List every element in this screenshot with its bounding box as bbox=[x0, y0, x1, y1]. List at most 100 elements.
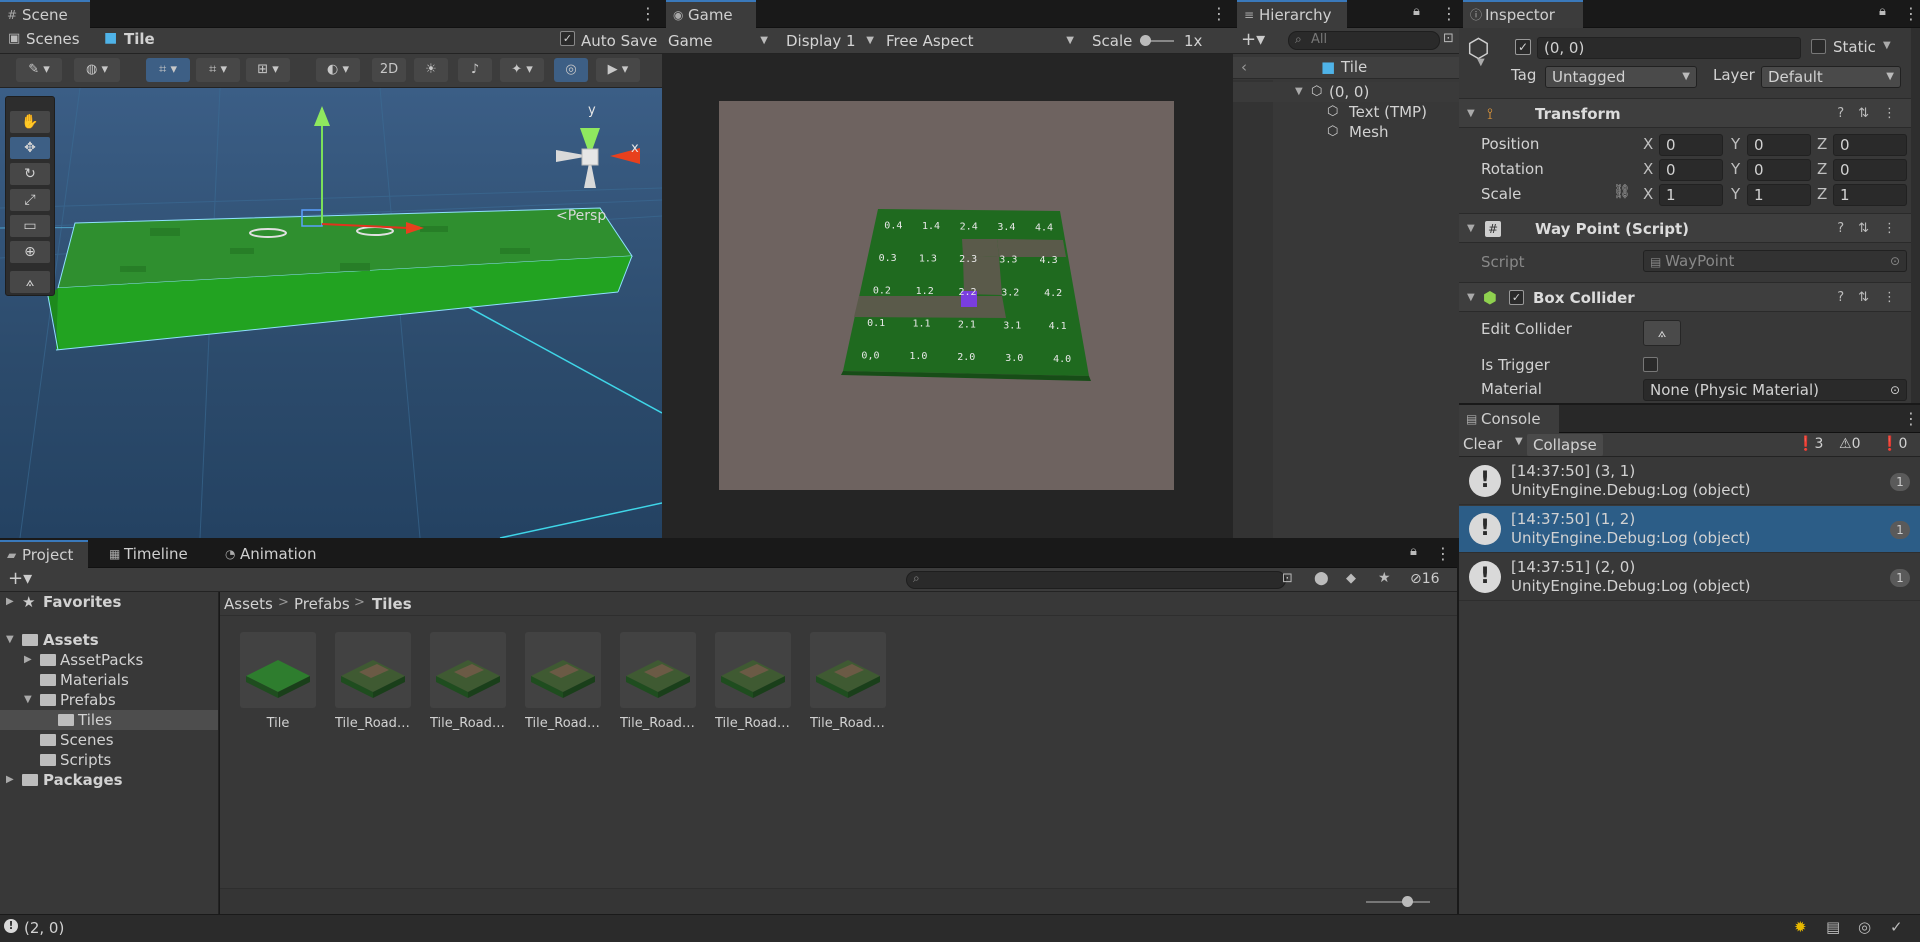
favorite-star-icon[interactable]: ★ bbox=[1378, 570, 1391, 586]
breadcrumb-tile[interactable]: Tile bbox=[124, 30, 155, 48]
waypoint-header[interactable]: ▼ # Way Point (Script) ?⇅⋮ bbox=[1459, 213, 1920, 243]
breadcrumb-prefabs[interactable]: Prefabs bbox=[294, 595, 350, 613]
scale-y-field[interactable]: 1 bbox=[1747, 184, 1811, 206]
constrain-proportions-icon[interactable]: ⛓ bbox=[1613, 184, 1631, 200]
persp-label[interactable]: <Persp bbox=[556, 208, 606, 224]
hierarchy-menu-icon[interactable]: ⋮ bbox=[1441, 0, 1457, 28]
asset-item[interactable]: Tile_RoadC... bbox=[525, 632, 601, 731]
tag-dropdown[interactable]: Untagged ▼ bbox=[1545, 66, 1697, 88]
add-icon[interactable]: +▾ bbox=[1241, 29, 1265, 50]
expand-icon[interactable]: ▼ bbox=[1295, 82, 1303, 102]
hierarchy-item[interactable]: ⬡ Mesh bbox=[1233, 122, 1459, 142]
scale-x-field[interactable]: 1 bbox=[1659, 184, 1723, 206]
game-viewport[interactable]: 0.4 1.4 2.4 3.4 4.4 0.3 1.3 2.3 3.3 4.3 0.2 1.2 2.2 3… bbox=[662, 54, 1233, 538]
hierarchy-item[interactable]: ⬡ Text (TMP) bbox=[1233, 102, 1459, 122]
box-collider-header[interactable]: ▼ ⬢ ✓ Box Collider ?⇅⋮ bbox=[1459, 282, 1920, 312]
asset-item[interactable]: Tile_RoadC... bbox=[335, 632, 411, 731]
breadcrumb-tiles[interactable]: Tiles bbox=[372, 595, 412, 613]
search-filter-icon[interactable]: ⊡ bbox=[1282, 571, 1293, 586]
auto-generate-lighting-icon[interactable]: ◎ bbox=[1858, 918, 1871, 936]
position-x-field[interactable]: 0 bbox=[1659, 134, 1723, 156]
game-menu-icon[interactable]: ⋮ bbox=[1211, 0, 1227, 28]
component-menu-icons[interactable]: ?⇅⋮ bbox=[1837, 283, 1910, 313]
lighting-button[interactable]: ☀ bbox=[414, 58, 448, 82]
status-check-icon[interactable]: ✓ bbox=[1890, 918, 1903, 936]
tree-assetpacks[interactable]: ▶ AssetPacks bbox=[0, 650, 218, 670]
tab-timeline[interactable]: ▦ Timeline bbox=[102, 540, 202, 568]
filter-type-icon[interactable]: ⬤ bbox=[1314, 571, 1329, 586]
tab-game[interactable]: ◉ Game bbox=[666, 0, 756, 28]
tree-scenes[interactable]: Scenes bbox=[0, 730, 218, 750]
asset-item[interactable]: Tile_RoadC... bbox=[620, 632, 696, 731]
tree-packages[interactable]: ▶ Packages bbox=[0, 770, 218, 790]
material-field[interactable]: None (Physic Material) ⊙ bbox=[1643, 379, 1907, 401]
tab-console[interactable]: ▤ Console bbox=[1459, 405, 1559, 433]
back-arrow-icon[interactable]: ‹ bbox=[1241, 57, 1247, 77]
transform-tool-icon[interactable]: ⊕ bbox=[10, 241, 50, 263]
asset-item[interactable]: Tile_RoadS... bbox=[715, 632, 791, 731]
filter-label-icon[interactable]: ◆ bbox=[1346, 571, 1356, 586]
cache-server-icon[interactable]: ▤ bbox=[1826, 918, 1840, 936]
component-menu-icons[interactable]: ?⇅⋮ bbox=[1837, 99, 1910, 129]
rotation-x-field[interactable]: 0 bbox=[1659, 159, 1723, 181]
thumbnail-size-thumb[interactable] bbox=[1402, 896, 1413, 907]
static-dropdown-icon[interactable]: ▼ bbox=[1883, 40, 1891, 51]
static-checkbox[interactable] bbox=[1811, 39, 1826, 54]
status-message[interactable]: (2, 0) bbox=[24, 919, 64, 937]
tab-hierarchy[interactable]: ≡ Hierarchy bbox=[1237, 0, 1347, 28]
is-trigger-checkbox[interactable] bbox=[1643, 357, 1658, 372]
console-entry[interactable]: ! [14:37:51] (2, 0) UnityEngine.Debug:Lo… bbox=[1459, 554, 1920, 601]
breadcrumb-scenes[interactable]: Scenes bbox=[26, 30, 80, 48]
search-options-icon[interactable]: ⊡ bbox=[1443, 31, 1454, 46]
inspector-scrollbar[interactable] bbox=[1911, 28, 1920, 403]
collapse-icon[interactable]: ▼ bbox=[1467, 283, 1475, 313]
render-mode-dropdown[interactable]: ◍ ▾ bbox=[74, 58, 120, 82]
collapse-button[interactable]: Collapse bbox=[1527, 434, 1603, 456]
breadcrumb-assets[interactable]: Assets bbox=[224, 595, 273, 613]
thumbnail-size-slider[interactable] bbox=[1366, 901, 1430, 903]
inspector-lock-icon[interactable]: 🔒︎ bbox=[1879, 4, 1886, 19]
component-menu-icons[interactable]: ?⇅⋮ bbox=[1837, 214, 1910, 244]
effects-dropdown[interactable]: ✦ ▾ bbox=[500, 58, 544, 82]
lock-icon[interactable]: 🔒︎ bbox=[1413, 4, 1420, 19]
grid-display-button[interactable]: ⊞ ▾ bbox=[246, 58, 290, 82]
tab-inspector[interactable]: ⓘ Inspector bbox=[1463, 0, 1583, 28]
scene-viewport[interactable]: y x <Persp ✋ ✥ ↻ ⤢ ▭ ⊕ ⟑ bbox=[0, 88, 662, 538]
display-dropdown[interactable]: Display 1 ▼ bbox=[780, 29, 880, 53]
inspector-menu-icon[interactable]: ⋮ bbox=[1903, 0, 1919, 28]
scale-tool-icon[interactable]: ⤢ bbox=[10, 189, 50, 211]
tree-prefabs[interactable]: ▼ Prefabs bbox=[0, 690, 218, 710]
clear-options-icon[interactable]: ▼ bbox=[1515, 436, 1523, 447]
asset-item[interactable]: Tile_RoadS... bbox=[810, 632, 886, 731]
hierarchy-item[interactable]: ▼ ⬡ (0, 0) bbox=[1233, 82, 1459, 102]
move-tool-icon[interactable]: ✥ bbox=[10, 137, 50, 159]
active-checkbox[interactable]: ✓ bbox=[1515, 39, 1531, 55]
hand-tool-icon[interactable]: ✋ bbox=[10, 111, 50, 133]
mode-2d-button[interactable]: 2D bbox=[372, 58, 406, 82]
scene-menu-icon[interactable]: ⋮ bbox=[640, 0, 656, 28]
tree-tiles[interactable]: Tiles bbox=[0, 710, 218, 730]
visibility-button[interactable]: ◎ bbox=[554, 58, 588, 82]
create-icon[interactable]: +▾ bbox=[8, 568, 32, 589]
position-z-field[interactable]: 0 bbox=[1833, 134, 1907, 156]
tab-scene[interactable]: # Scene bbox=[0, 0, 90, 28]
shading-dropdown[interactable]: ◐ ▾ bbox=[316, 58, 360, 82]
project-lock-icon[interactable]: 🔒︎ bbox=[1410, 544, 1417, 559]
snap-increment-button[interactable]: ⌗ ▾ bbox=[196, 58, 240, 82]
console-entry[interactable]: ! [14:37:50] (3, 1) UnityEngine.Debug:Lo… bbox=[1459, 458, 1920, 505]
hierarchy-root[interactable]: ‹ ■ Tile bbox=[1233, 57, 1459, 79]
rotate-tool-icon[interactable]: ↻ bbox=[10, 163, 50, 185]
draw-mode-dropdown[interactable]: ✎ ▾ bbox=[16, 58, 62, 82]
position-y-field[interactable]: 0 bbox=[1747, 134, 1811, 156]
auto-save-checkbox[interactable]: ✓ bbox=[560, 31, 575, 46]
collapse-icon[interactable]: ▼ bbox=[1467, 214, 1475, 244]
grid-snap-button[interactable]: ⌗ ▾ bbox=[146, 58, 190, 82]
object-name-input[interactable]: (0, 0) bbox=[1537, 37, 1801, 59]
log-count-toggle[interactable]: ❗3 bbox=[1797, 436, 1823, 452]
audio-button[interactable]: ♪ bbox=[458, 58, 492, 82]
aspect-dropdown[interactable]: Free Aspect ▼ bbox=[880, 29, 1080, 53]
tree-assets[interactable]: ▼ Assets bbox=[0, 630, 218, 650]
project-search-input[interactable]: ⌕ bbox=[906, 571, 1286, 589]
game-view-dropdown[interactable]: Game ▼ bbox=[662, 29, 774, 53]
clear-button[interactable]: Clear bbox=[1463, 435, 1502, 453]
